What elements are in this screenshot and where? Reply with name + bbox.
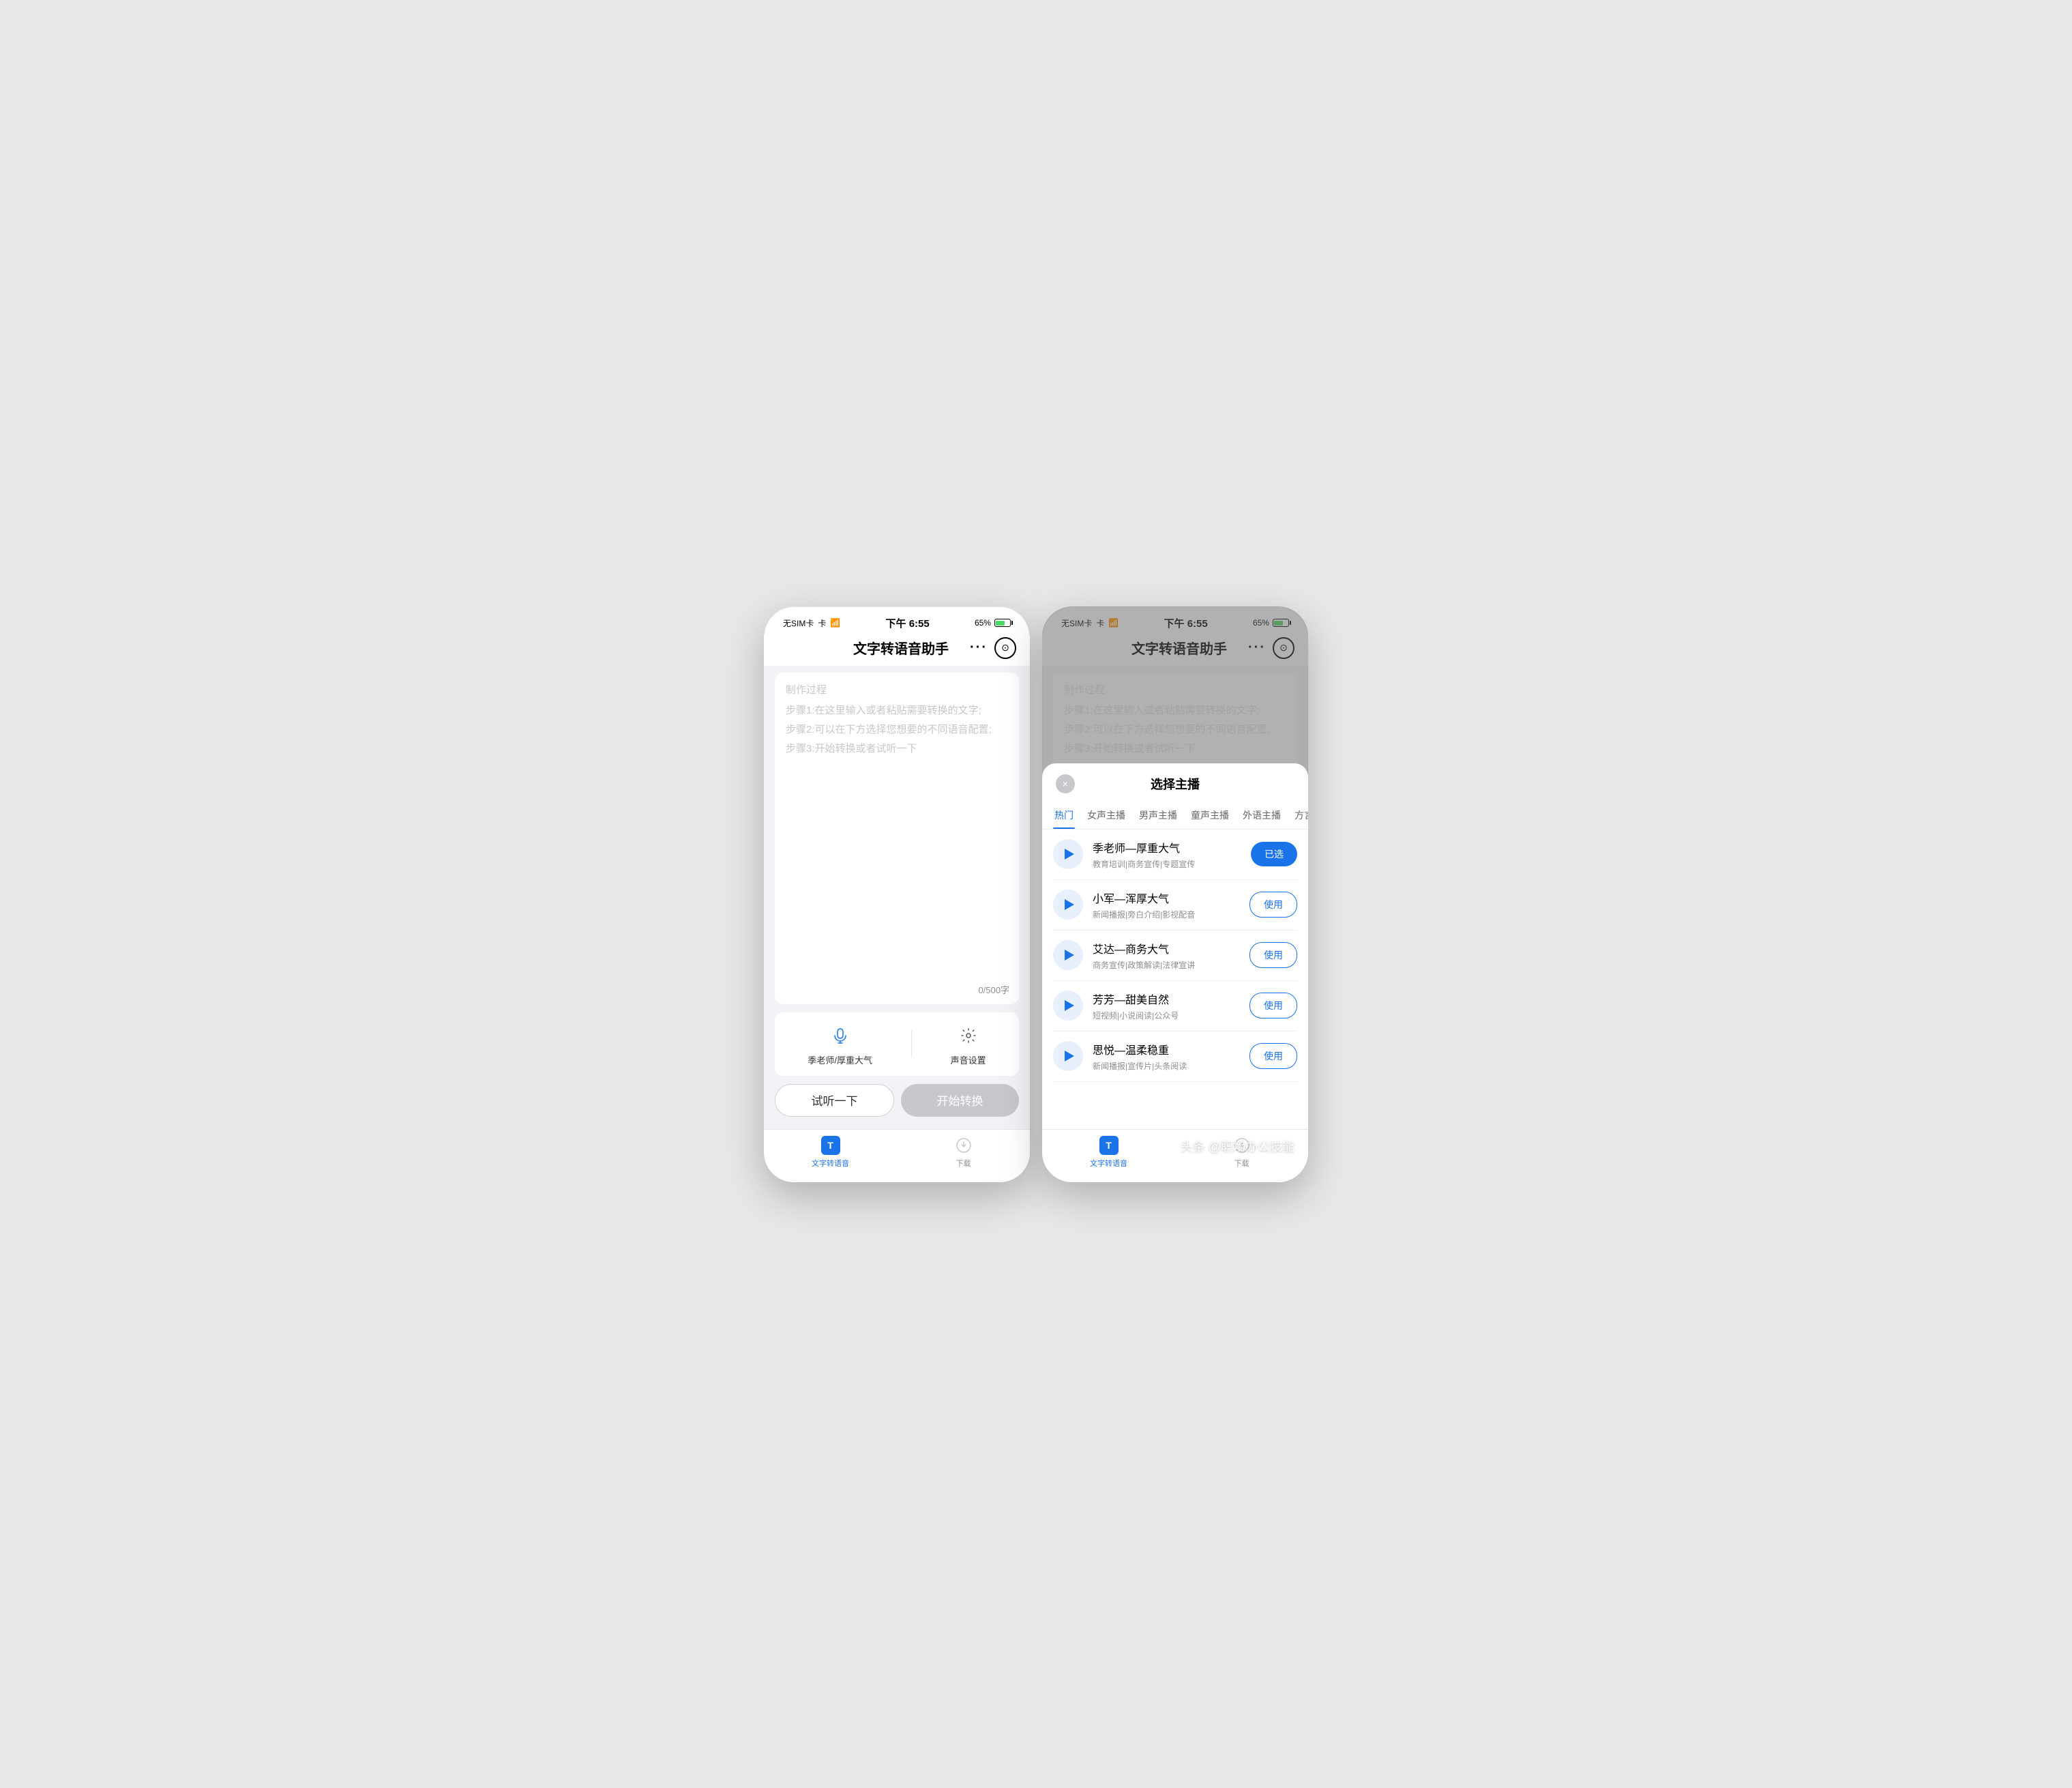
mic-icon [827, 1022, 854, 1049]
voice-selector-label: 季老师/厚重大气 [808, 1053, 872, 1066]
status-time: 下午 6:55 [886, 616, 930, 630]
cat-tab-male[interactable]: 男声主播 [1138, 803, 1179, 829]
play-triangle-1 [1065, 849, 1074, 860]
more-button-left[interactable]: ··· [970, 640, 988, 656]
use-button-4[interactable]: 使用 [1249, 993, 1297, 1018]
status-bar-left: 无SIM卡 卡 📶 下午 6:55 65% [764, 606, 1030, 634]
play-button-1[interactable] [1053, 839, 1083, 869]
voice-name-3: 艾达—商务大气 [1093, 940, 1240, 956]
voice-tags-1: 教育培训|商务宣传|专题宣传 [1093, 858, 1241, 870]
tab-download-icon-right [1232, 1135, 1252, 1156]
voice-item-2: 小军—浑厚大气 新闻播报|旁白介绍|影视配音 使用 [1053, 880, 1297, 930]
voice-name-2: 小军—浑厚大气 [1093, 890, 1240, 906]
play-button-2[interactable] [1053, 890, 1083, 920]
cat-tab-dialect[interactable]: 方言主播 [1293, 803, 1308, 829]
voice-info-3: 艾达—商务大气 商务宣传|政策解读|法律宣讲 [1093, 940, 1240, 971]
preview-button[interactable]: 试听一下 [775, 1084, 894, 1117]
action-buttons: 试听一下 开始转换 [775, 1084, 1019, 1117]
battery-percent: 65% [975, 618, 991, 628]
voice-info-1: 季老师—厚重大气 教育培训|商务宣传|专题宣传 [1093, 839, 1241, 870]
tts-app-icon-right: T [1099, 1136, 1119, 1155]
play-triangle-5 [1065, 1051, 1074, 1061]
status-left: 无SIM卡 卡 📶 [783, 617, 840, 629]
tab-tts-label-right: 文字转语音 [1090, 1158, 1127, 1169]
right-phone: 无SIM卡 卡 📶 下午 6:55 65% 文字转语音助手 ··· ⊙ [1042, 606, 1308, 1182]
tab-download-icon-left [953, 1135, 974, 1156]
placeholder-step2: 步骤2:可以在下方选择您想要的不同语音配置; [786, 722, 1008, 738]
voice-list: 季老师—厚重大气 教育培训|商务宣传|专题宣传 已选 小军—浑厚大气 新闻播报|… [1042, 830, 1308, 1129]
play-triangle-3 [1065, 950, 1074, 961]
left-phone: 无SIM卡 卡 📶 下午 6:55 65% 文字转语音助手 ··· ⊙ [764, 606, 1030, 1182]
play-button-4[interactable] [1053, 991, 1083, 1021]
tab-tts-label-left: 文字转语音 [812, 1158, 849, 1169]
cat-tab-child[interactable]: 童声主播 [1189, 803, 1230, 829]
voice-item-5: 思悦—温柔稳重 新闻播报|宣传片|头条阅读 使用 [1053, 1031, 1297, 1082]
tab-bar-right: T 文字转语音 下载 [1042, 1129, 1308, 1182]
use-button-3[interactable]: 使用 [1249, 942, 1297, 968]
settings-btn[interactable]: 声音设置 [951, 1022, 986, 1066]
voice-info-2: 小军—浑厚大气 新闻播报|旁白介绍|影视配音 [1093, 890, 1240, 920]
close-button[interactable]: × [1056, 774, 1075, 793]
voice-tags-2: 新闻播报|旁白介绍|影视配音 [1093, 909, 1240, 920]
tab-tts-icon-left: T [820, 1135, 841, 1156]
gear-icon [955, 1022, 982, 1049]
voice-tags-3: 商务宣传|政策解读|法律宣讲 [1093, 959, 1240, 971]
content-left: 制作过程 步骤1:在这里输入或者粘贴需要转换的文字; 步骤2:可以在下方选择您想… [764, 666, 1030, 1129]
use-button-2[interactable]: 使用 [1249, 892, 1297, 918]
voice-tags-5: 新闻播报|宣传片|头条阅读 [1093, 1060, 1240, 1072]
wifi-icon: 📶 [830, 618, 840, 628]
play-button-5[interactable] [1053, 1041, 1083, 1071]
voice-name-1: 季老师—厚重大气 [1093, 839, 1241, 855]
cat-tab-hot[interactable]: 热门 [1053, 803, 1075, 829]
convert-button[interactable]: 开始转换 [901, 1084, 1019, 1117]
tts-app-icon-left: T [821, 1136, 840, 1155]
voice-item-3: 艾达—商务大气 商务宣传|政策解读|法律宣讲 使用 [1053, 930, 1297, 981]
play-triangle-4 [1065, 1000, 1074, 1011]
battery-icon [994, 619, 1011, 627]
use-button-5[interactable]: 使用 [1249, 1043, 1297, 1069]
status-right: 65% [975, 618, 1011, 628]
app-container: 无SIM卡 卡 📶 下午 6:55 65% 文字转语音助手 ··· ⊙ [764, 606, 1308, 1182]
record-button-left[interactable]: ⊙ [994, 637, 1016, 659]
tab-tts-left[interactable]: T 文字转语音 [764, 1135, 897, 1169]
tab-download-label-right: 下载 [1234, 1158, 1249, 1169]
tab-download-right[interactable]: 下载 [1175, 1135, 1308, 1169]
nav-buttons-left: ··· ⊙ [970, 637, 1016, 659]
modal-sheet: × 选择主播 热门 女声主播 男声主播 童声主播 外语主播 方言主播 [1042, 763, 1308, 1182]
voice-controls: 季老师/厚重大气 声音设置 [775, 1012, 1019, 1076]
carrier-text: 无SIM卡 [783, 617, 814, 629]
play-triangle-2 [1065, 899, 1074, 910]
cat-tab-foreign[interactable]: 外语主播 [1241, 803, 1282, 829]
placeholder-step1: 步骤1:在这里输入或者粘贴需要转换的文字; [786, 703, 1008, 719]
voice-info-4: 芳芳—甜美自然 短视频|小说阅读|公众号 [1093, 991, 1240, 1021]
nav-bar-left: 文字转语音助手 ··· ⊙ [764, 634, 1030, 666]
voice-name-4: 芳芳—甜美自然 [1093, 991, 1240, 1007]
category-tabs: 热门 女声主播 男声主播 童声主播 外语主播 方言主播 [1042, 800, 1308, 830]
char-count: 0/500字 [978, 983, 1009, 996]
voice-info-5: 思悦—温柔稳重 新闻播报|宣传片|头条阅读 [1093, 1041, 1240, 1072]
voice-name-5: 思悦—温柔稳重 [1093, 1041, 1240, 1057]
tab-tts-icon-right: T [1099, 1135, 1119, 1156]
placeholder-title: 制作过程 [786, 682, 1008, 699]
divider [911, 1030, 912, 1057]
voice-tags-4: 短视频|小说阅读|公众号 [1093, 1010, 1240, 1021]
selected-button-1[interactable]: 已选 [1251, 842, 1297, 866]
tab-download-label-left: 下载 [956, 1158, 971, 1169]
sim-icon: 卡 [818, 617, 826, 629]
modal-header: × 选择主播 [1042, 763, 1308, 800]
nav-title-left: 文字转语音助手 [832, 638, 970, 658]
placeholder-content: 制作过程 步骤1:在这里输入或者粘贴需要转换的文字; 步骤2:可以在下方选择您想… [786, 682, 1008, 760]
placeholder-step3: 步骤3:开始转换或者试听一下 [786, 741, 1008, 757]
tab-tts-right[interactable]: T 文字转语音 [1042, 1135, 1175, 1169]
play-button-3[interactable] [1053, 940, 1083, 970]
voice-item-1: 季老师—厚重大气 教育培训|商务宣传|专题宣传 已选 [1053, 830, 1297, 880]
voice-selector-btn[interactable]: 季老师/厚重大气 [808, 1022, 872, 1066]
tab-bar-left: T 文字转语音 下载 [764, 1129, 1030, 1182]
voice-item-4: 芳芳—甜美自然 短视频|小说阅读|公众号 使用 [1053, 981, 1297, 1031]
modal-title: 选择主播 [1075, 775, 1275, 793]
settings-label: 声音设置 [951, 1053, 986, 1066]
text-input-area[interactable]: 制作过程 步骤1:在这里输入或者粘贴需要转换的文字; 步骤2:可以在下方选择您想… [775, 673, 1019, 1004]
tab-download-left[interactable]: 下载 [897, 1135, 1030, 1169]
cat-tab-female[interactable]: 女声主播 [1086, 803, 1127, 829]
